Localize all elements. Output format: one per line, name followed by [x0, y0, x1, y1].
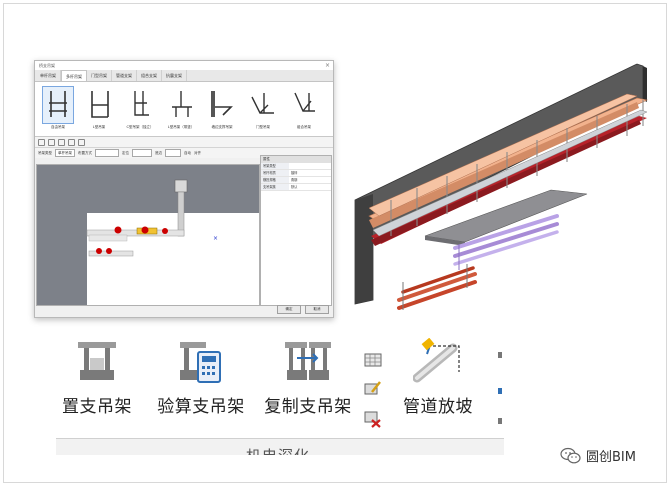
tab-door[interactable]: 门型吊架 — [87, 70, 112, 81]
gallery-item[interactable]: 墙边支撑吊架 — [203, 82, 241, 136]
svg-text:×: × — [213, 235, 218, 242]
check-align[interactable]: 对齐 — [194, 151, 201, 156]
gallery-item[interactable]: L型吊架 — [80, 82, 118, 136]
prop-row[interactable]: 横担规格 角钢 — [261, 177, 331, 184]
view-toolbar — [35, 137, 333, 148]
edit-tool-icon — [364, 381, 381, 395]
pos-select[interactable] — [132, 149, 152, 157]
dialog-title: 桥支吊架 — [39, 63, 55, 68]
pipe-slope-button[interactable]: 管道放坡 — [398, 338, 478, 417]
tab-pipe[interactable]: 管道支架 — [112, 70, 137, 81]
gallery-label: 墙边支撑吊架 — [211, 125, 233, 129]
tab-multi[interactable]: 多杆吊架 — [61, 70, 87, 81]
delete-tool-icon — [364, 411, 381, 428]
ribbon-group-bar: 机电深化 — [56, 438, 504, 455]
copy-hanger-button[interactable]: 复制支吊架 — [258, 338, 358, 417]
gallery-label: L型吊架 — [92, 125, 106, 129]
hanger-type-icon — [294, 92, 315, 112]
hanger-type-icon — [134, 91, 149, 116]
cancel-button[interactable]: 取消 — [305, 305, 329, 314]
dialog-buttons: 确定 取消 — [277, 305, 329, 314]
hanger-dialog: 桥支吊架 × 单杆吊架 多杆吊架 门型吊架 管道支架 组合支架 抗震支架 自由吊… — [34, 60, 334, 318]
undo-icon[interactable] — [48, 138, 55, 146]
gallery-item[interactable]: L型吊架（带竖） — [162, 82, 200, 136]
copy-hanger-icon — [285, 342, 331, 380]
ribbon-label: 复制支吊架 — [264, 397, 352, 417]
align-label: 底边 — [155, 150, 162, 155]
gallery-item[interactable]: C型吊架（独立） — [121, 82, 159, 136]
place-hanger-icon — [78, 342, 116, 380]
hanger-gallery: 自由吊架 L型吊架 C型吊架（独立） L型吊架（带竖） 墙边支撑吊架 门型吊架 … — [35, 82, 333, 137]
gallery-label: 组合吊架 — [297, 125, 311, 129]
prop-row[interactable]: 支吊架族 默认 — [261, 184, 331, 191]
type-label: 吊架类型 — [38, 150, 52, 155]
watermark: 圆创BIM — [560, 446, 636, 465]
prop-row: 吊架类型 — [261, 163, 331, 170]
dialog-titlebar: 桥支吊架 × — [35, 61, 333, 70]
more-icon — [498, 352, 502, 424]
mode-label: 布置方式 — [78, 150, 92, 155]
close-icon[interactable]: × — [325, 61, 330, 70]
ribbon-label: 管道放坡 — [403, 397, 473, 417]
gallery-item[interactable]: 门型吊架 — [244, 82, 282, 136]
ribbon-group-label: 机电深化 — [246, 445, 310, 455]
type-select[interactable]: 单杆吊架 — [55, 149, 75, 157]
section-viewport[interactable]: × — [36, 164, 260, 306]
gallery-label: 门型吊架 — [256, 125, 270, 129]
gallery-label: C型吊架（独立） — [126, 125, 154, 129]
3d-hanger-scene — [347, 60, 667, 322]
hanger-type-icon — [172, 91, 192, 117]
tab-seismic[interactable]: 抗震支架 — [162, 70, 187, 81]
tab-single[interactable]: 单杆吊架 — [36, 70, 61, 81]
check-hanger-icon — [180, 342, 221, 383]
redo-icon[interactable] — [58, 138, 65, 146]
prop-row[interactable]: 吊杆材质 镀锌 — [261, 170, 331, 177]
ribbon-panel: 置支吊架 验算支吊架 复制支吊架 管道放坡 — [56, 338, 504, 455]
hanger-type-icon — [251, 93, 274, 114]
property-panel: 属性 吊架类型 吊杆材质 镀锌 横担规格 角钢 支吊架族 默认 — [260, 155, 332, 306]
hanger-type-icon — [42, 86, 74, 124]
check-hanger-button[interactable]: 验算支吊架 — [151, 338, 251, 417]
place-hanger-button[interactable]: 置支吊架 — [56, 338, 138, 417]
pipe-slope-icon — [413, 338, 460, 383]
ribbon-label: 置支吊架 — [62, 397, 132, 417]
gallery-item[interactable]: 自由吊架 — [39, 82, 77, 136]
ok-button[interactable]: 确定 — [277, 305, 301, 314]
isometric-model — [354, 63, 648, 310]
pos-label: 定位 — [122, 150, 129, 155]
refresh-icon[interactable] — [78, 138, 85, 146]
grid-tool-icon — [364, 353, 382, 367]
small-tool-icon-3[interactable] — [364, 410, 382, 432]
check-auto[interactable]: 自动 — [184, 151, 191, 156]
delete-icon[interactable] — [68, 138, 75, 146]
tab-combo[interactable]: 组合支架 — [137, 70, 162, 81]
overflow-icon[interactable] — [496, 348, 504, 432]
hanger-type-icon — [91, 91, 109, 118]
section-drawing: × — [37, 165, 259, 305]
watermark-text: 圆创BIM — [586, 450, 636, 465]
save-icon[interactable] — [38, 138, 45, 146]
wechat-icon — [560, 447, 581, 463]
align-select[interactable] — [165, 149, 181, 157]
small-tool-icon-2[interactable] — [364, 380, 382, 400]
hanger-type-icon — [211, 91, 233, 117]
gallery-label: L型吊架（带竖） — [167, 125, 195, 129]
mode-select[interactable] — [95, 149, 119, 157]
ribbon-label: 验算支吊架 — [157, 397, 245, 417]
gallery-label: 自由吊架 — [51, 125, 65, 129]
gallery-item[interactable]: 组合吊架 — [285, 82, 323, 136]
dialog-tabs: 单杆吊架 多杆吊架 门型吊架 管道支架 组合支架 抗震支架 — [35, 70, 333, 82]
panel-header: 属性 — [261, 156, 331, 163]
small-tool-icon-1[interactable] — [364, 352, 382, 371]
